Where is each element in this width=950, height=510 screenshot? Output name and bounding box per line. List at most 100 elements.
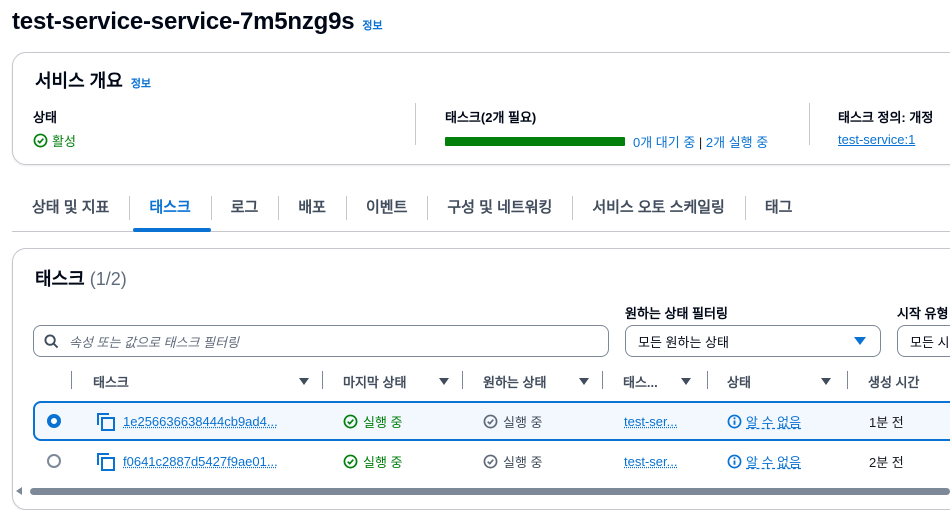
column-divider	[322, 371, 323, 389]
separator: |	[695, 135, 706, 150]
info-icon	[727, 454, 742, 469]
column-divider	[847, 371, 848, 389]
created-text: 2분 전	[869, 452, 904, 471]
last-status-cell: 실행 중	[343, 441, 403, 481]
task-search-input[interactable]: 속성 또는 값으로 태스크 필터링	[33, 325, 609, 357]
sort-icon[interactable]	[299, 378, 309, 385]
task-id-cell: 1e256636638444cb9ad4...	[97, 403, 278, 439]
tab-tags[interactable]: 태그	[745, 188, 813, 228]
last-status-cell: 실행 중	[343, 403, 403, 439]
health-status[interactable]: 알 수 없음	[727, 452, 801, 471]
desired-status-text: 실행 중	[503, 452, 543, 471]
created-cell: 1분 전	[869, 403, 904, 439]
desired-status-value: 모든 원하는 상태	[638, 332, 729, 351]
copy-icon[interactable]	[97, 413, 115, 429]
table-row[interactable]: 1e256636638444cb9ad4... 실행 중 실행 중 test-s…	[33, 401, 950, 441]
desired-status-cell: 실행 중	[483, 403, 543, 439]
desired-status-select[interactable]: 모든 원하는 상태	[625, 325, 881, 357]
task-id-cell: f0641c2887d5427f9ae01...	[97, 441, 278, 481]
tab-auto-scaling[interactable]: 서비스 오토 스케일링	[572, 188, 745, 228]
sort-icon[interactable]	[439, 378, 449, 385]
taskdef-label: 태스크 정의: 개정	[838, 107, 933, 126]
column-header-label: 마지막 상태	[343, 372, 406, 391]
task-id-link[interactable]: 1e256636638444cb9ad4...	[123, 414, 278, 429]
status-value: 활성	[33, 131, 76, 150]
tasks-label: 태스크(2개 필요)	[445, 107, 768, 126]
tab-logs[interactable]: 로그	[211, 188, 279, 228]
taskdef-link[interactable]: test-ser...	[624, 414, 677, 429]
created-text: 1분 전	[869, 412, 904, 431]
info-icon	[727, 414, 742, 429]
created-cell: 2분 전	[869, 441, 904, 481]
row-select[interactable]	[47, 403, 61, 439]
last-status-text: 실행 중	[363, 452, 403, 471]
overview-header: 서비스 개요 정보	[35, 67, 151, 93]
desired-filter-label: 원하는 상태 필터링	[625, 303, 728, 322]
status-section: 상태 활성	[33, 107, 76, 150]
column-header-created[interactable]: 생성 시간	[868, 367, 950, 395]
tab-events[interactable]: 이벤트	[346, 188, 427, 228]
taskdef-link[interactable]: test-service:1	[838, 132, 915, 147]
copy-icon[interactable]	[97, 453, 115, 469]
column-header-last-status[interactable]: 마지막 상태	[343, 367, 453, 395]
page-title: test-service-service-7m5nzg9s	[12, 8, 354, 36]
taskdef-section: 태스크 정의: 개정 test-service:1	[838, 107, 933, 149]
taskdef-cell: test-ser...	[624, 441, 677, 481]
column-header-health[interactable]: 상태	[727, 367, 833, 395]
health-cell: 알 수 없음	[727, 441, 801, 481]
running-tasks-link[interactable]: 2개 실행 중	[706, 135, 768, 150]
column-header-taskdef[interactable]: 태스...	[623, 367, 703, 395]
caret-down-icon	[854, 337, 866, 345]
search-icon	[44, 334, 59, 349]
page-info-link[interactable]: 정보	[362, 17, 382, 33]
column-divider	[462, 371, 463, 389]
scroll-left-icon[interactable]	[16, 487, 22, 495]
tab-configuration-networking[interactable]: 구성 및 네트워킹	[427, 188, 572, 228]
row-select[interactable]	[47, 441, 61, 481]
sort-icon[interactable]	[681, 378, 691, 385]
divider	[415, 103, 416, 145]
desired-status-cell: 실행 중	[483, 441, 543, 481]
horizontal-scrollbar[interactable]	[14, 486, 950, 496]
tasks-header: 태스크 (1/2)	[35, 265, 127, 291]
pending-tasks-link[interactable]: 0개 대기 중	[633, 135, 695, 150]
tasks-title: 태스크	[35, 269, 85, 289]
tab-deployments[interactable]: 배포	[278, 188, 346, 228]
table-row[interactable]: f0641c2887d5427f9ae01... 실행 중 실행 중 test-…	[33, 441, 950, 481]
tasks-card: 태스크 (1/2) 원하는 상태 필터링 시작 유형 속성 또는 값으로 태스크…	[12, 248, 950, 510]
status-text: 활성	[52, 131, 76, 150]
overview-info-link[interactable]: 정보	[131, 75, 151, 91]
launch-type-label: 시작 유형	[897, 303, 948, 322]
scrollbar-thumb[interactable]	[30, 488, 950, 495]
sort-icon[interactable]	[579, 378, 589, 385]
task-id-link[interactable]: f0641c2887d5427f9ae01...	[123, 454, 278, 469]
column-header-label: 생성 시간	[868, 372, 919, 391]
column-divider	[602, 371, 603, 389]
column-header-label: 태스크	[93, 372, 129, 391]
check-circle-icon	[343, 414, 358, 429]
column-header-label: 상태	[727, 372, 751, 391]
radio-button[interactable]	[47, 454, 61, 468]
sort-icon[interactable]	[821, 378, 831, 385]
search-placeholder: 속성 또는 값으로 태스크 필터링	[69, 332, 239, 351]
column-divider	[71, 371, 72, 389]
overview-title: 서비스 개요	[35, 67, 123, 93]
tab-health-metrics[interactable]: 상태 및 지표	[12, 188, 129, 228]
health-cell: 알 수 없음	[727, 403, 801, 439]
health-text: 알 수 없음	[746, 452, 801, 471]
radio-button[interactable]	[47, 414, 61, 428]
check-circle-icon	[483, 454, 498, 469]
check-circle-icon	[483, 414, 498, 429]
column-header-desired-status[interactable]: 원하는 상태	[483, 367, 595, 395]
launch-type-select[interactable]: 모든 시	[897, 325, 950, 357]
tab-bar: 상태 및 지표 태스크 로그 배포 이벤트 구성 및 네트워킹 서비스 오토 스…	[12, 188, 950, 232]
tasks-progress: 0개 대기 중 | 2개 실행 중	[445, 132, 768, 151]
last-status-text: 실행 중	[363, 412, 403, 431]
taskdef-link[interactable]: test-ser...	[624, 454, 677, 469]
check-circle-icon	[33, 133, 48, 148]
tab-tasks[interactable]: 태스크	[129, 188, 210, 228]
column-header-task[interactable]: 태스크	[93, 367, 313, 395]
divider	[809, 103, 810, 145]
health-status[interactable]: 알 수 없음	[727, 412, 801, 431]
taskdef-cell: test-ser...	[624, 403, 677, 439]
